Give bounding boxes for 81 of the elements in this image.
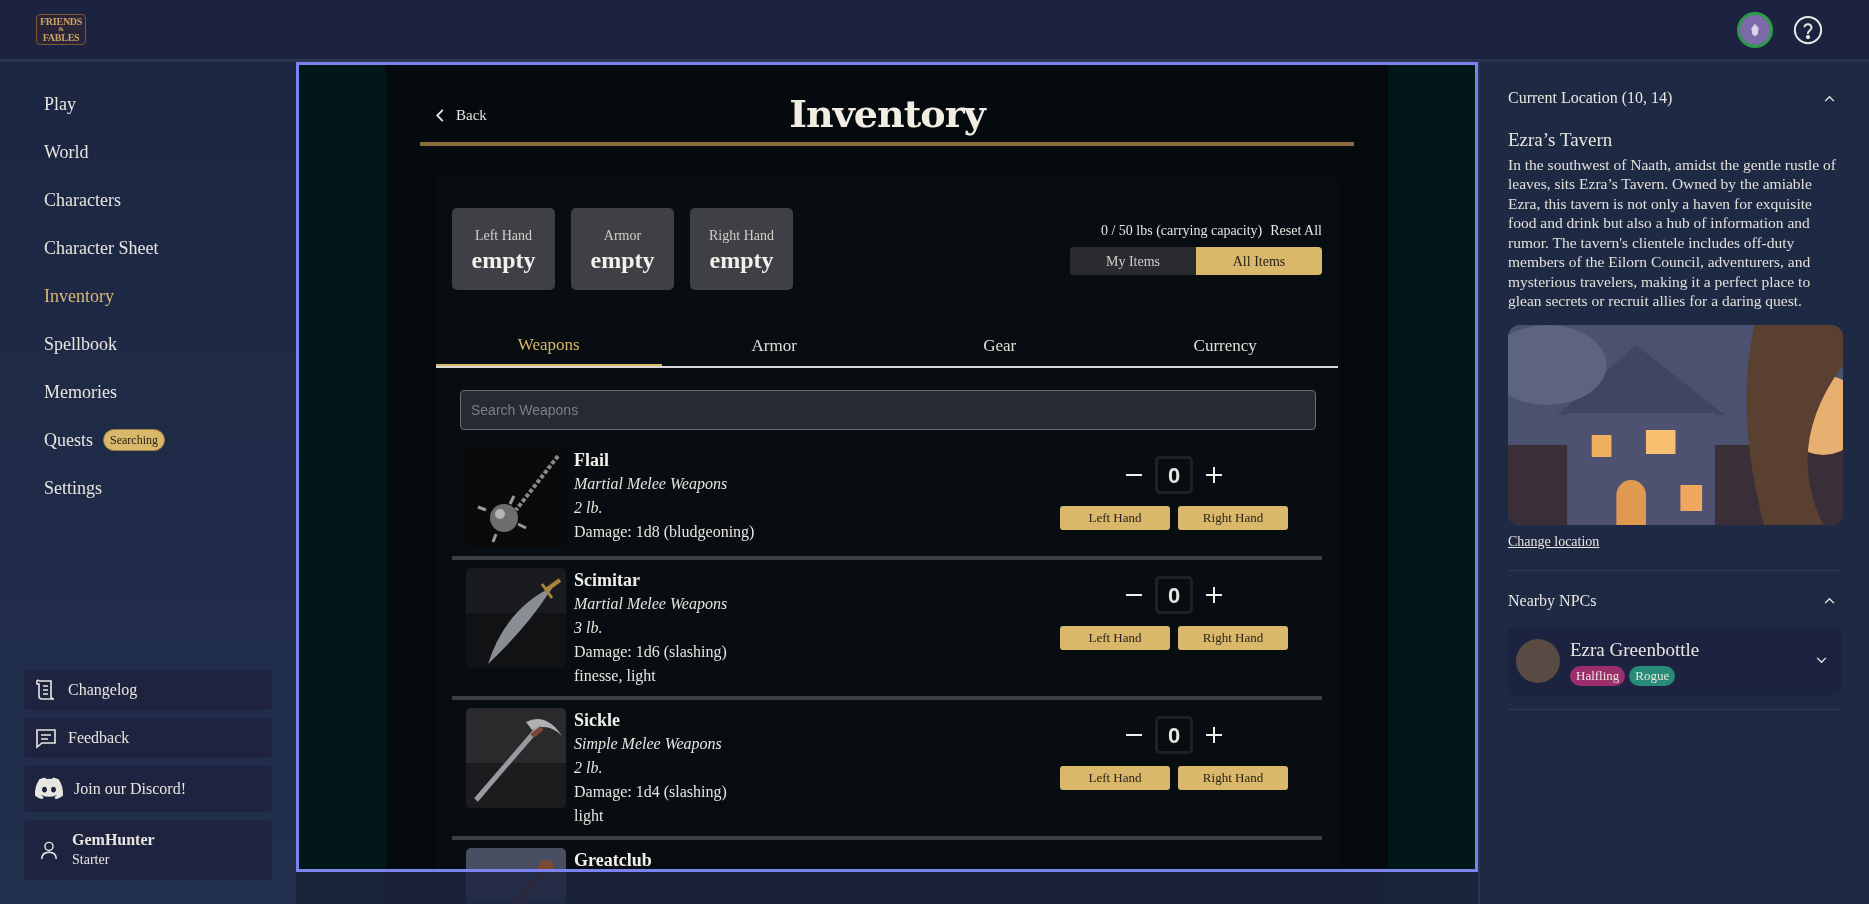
sidebar-link[interactable]: Changelog (24, 670, 272, 710)
avatar[interactable] (1737, 11, 1773, 48)
nav-item[interactable]: Spellbook (44, 330, 117, 358)
item-category: Martial Melee Weapons (574, 594, 729, 615)
section-heading: Current Location (10, 14) (1508, 88, 1673, 109)
item-properties: light (574, 806, 605, 827)
item-weight: 2 lb. (574, 498, 604, 518)
equip-button[interactable]: Left Hand (1060, 626, 1170, 650)
page-title: Inventory (789, 89, 985, 138)
equip-button[interactable]: Left Hand (1060, 506, 1170, 530)
sidebar-link[interactable]: Join our Discord! (24, 766, 272, 812)
nav-item[interactable]: Play (44, 90, 76, 118)
category-tab[interactable]: Currency (1112, 326, 1338, 366)
nav-item[interactable]: Memories (44, 378, 117, 406)
slot-value: empty (709, 245, 774, 274)
filter-toggle[interactable]: All Items (1196, 247, 1322, 275)
nav-item[interactable]: Settings (44, 474, 102, 502)
help-icon[interactable] (1793, 14, 1823, 45)
slot-label: Left Hand (474, 226, 533, 245)
npc-tag: Halfling (1570, 666, 1626, 686)
quantity-field[interactable]: 0 (1155, 716, 1193, 754)
slot-value: empty (471, 245, 536, 274)
equipment-slot[interactable]: Right Hand empty (690, 208, 793, 290)
quantity-field[interactable]: 0 (1155, 576, 1193, 614)
equipment-slot[interactable]: Armor empty (571, 208, 674, 290)
npc-tag: Rogue (1629, 666, 1676, 686)
item-name: Scimitar (574, 569, 641, 592)
slot-label: Armor (603, 226, 642, 245)
reset-link[interactable]: Reset All (1270, 220, 1322, 241)
nav-item[interactable]: Quests (44, 426, 93, 454)
chevron-up-icon[interactable] (1824, 597, 1835, 604)
capacity-text: 0 / 50 lbs (carrying capacity) (1100, 222, 1263, 240)
equip-button[interactable]: Left Hand (1060, 766, 1170, 790)
location-description: In the southwest of Naath, amidst the gentle rustle of leaves, sits Ezra’s Tavern. Owned by the amiable Ezra, this tavern is not only a haven for exquisite food and drink but also a hub of information and rumor. The tavern's clientele includes off-duty members of the Eilorn Council, adventurers, and mysterious travelers, making it a perfect place to glean secrets or recruit allies for a daring quest. (1508, 154, 1837, 311)
equipment-slot[interactable]: Left Hand empty (452, 208, 555, 290)
item-name: Flail (574, 449, 610, 472)
item-damage: Damage: 1d4 (slashing) (574, 782, 728, 803)
plus-icon[interactable] (1205, 726, 1223, 744)
nav-item[interactable]: World (44, 138, 89, 166)
nav-item[interactable]: Characters (44, 186, 121, 214)
user-plan: Starter (72, 851, 111, 869)
item-damage: Damage: 1d8 (bludgeoning) (574, 522, 756, 543)
sidebar-link[interactable]: Feedback (24, 718, 272, 758)
item-weight: 2 lb. (574, 758, 604, 778)
slot-value: empty (590, 245, 655, 274)
item-weight: 3 lb. (574, 618, 604, 638)
chat-icon (34, 726, 58, 750)
back-link[interactable]: Back (436, 104, 487, 127)
equip-button[interactable]: Right Hand (1178, 766, 1288, 790)
nav-item[interactable]: Inventory (44, 282, 114, 310)
item-category: Simple Melee Weapons (574, 734, 723, 755)
item-name: Sickle (574, 709, 621, 732)
plus-icon[interactable] (1205, 586, 1223, 604)
search-field[interactable]: Search Weapons (460, 390, 1316, 430)
npc-card[interactable]: Ezra Greenbottle Halfling Rogue (1508, 626, 1841, 695)
item-damage: Damage: 1d6 (slashing) (574, 642, 728, 663)
category-tab[interactable]: Armor (661, 326, 887, 366)
quantity-field[interactable]: 0 (1155, 456, 1193, 494)
location-name: Ezra’s Tavern (1508, 128, 1614, 152)
slot-label: Right Hand (709, 226, 774, 245)
user-name: GemHunter (72, 830, 155, 850)
item-name: Greatclub (574, 849, 653, 872)
chevron-left-icon (436, 108, 444, 122)
plus-icon[interactable] (1205, 466, 1223, 484)
npc-name: Ezra Greenbottle (1570, 637, 1701, 662)
npc-avatar (1516, 638, 1560, 683)
category-tab[interactable]: Gear (887, 326, 1113, 366)
change-location-link[interactable]: Change location (1508, 530, 1841, 552)
chevron-up-icon[interactable] (1824, 94, 1835, 102)
discord-icon (34, 777, 64, 801)
section-heading: Nearby NPCs (1508, 590, 1597, 612)
item-properties: finesse, light (574, 666, 657, 687)
category-tab[interactable]: Weapons (436, 326, 662, 366)
equip-button[interactable]: Right Hand (1178, 626, 1288, 650)
user-icon (40, 840, 58, 860)
status-badge: Searching (103, 429, 165, 451)
equip-button[interactable]: Right Hand (1178, 506, 1288, 530)
item-category: Martial Melee Weapons (574, 474, 729, 495)
chevron-down-icon[interactable] (1816, 657, 1827, 664)
nav-item[interactable]: Character Sheet (44, 234, 159, 262)
user-card[interactable]: GemHunter Starter (24, 820, 272, 880)
